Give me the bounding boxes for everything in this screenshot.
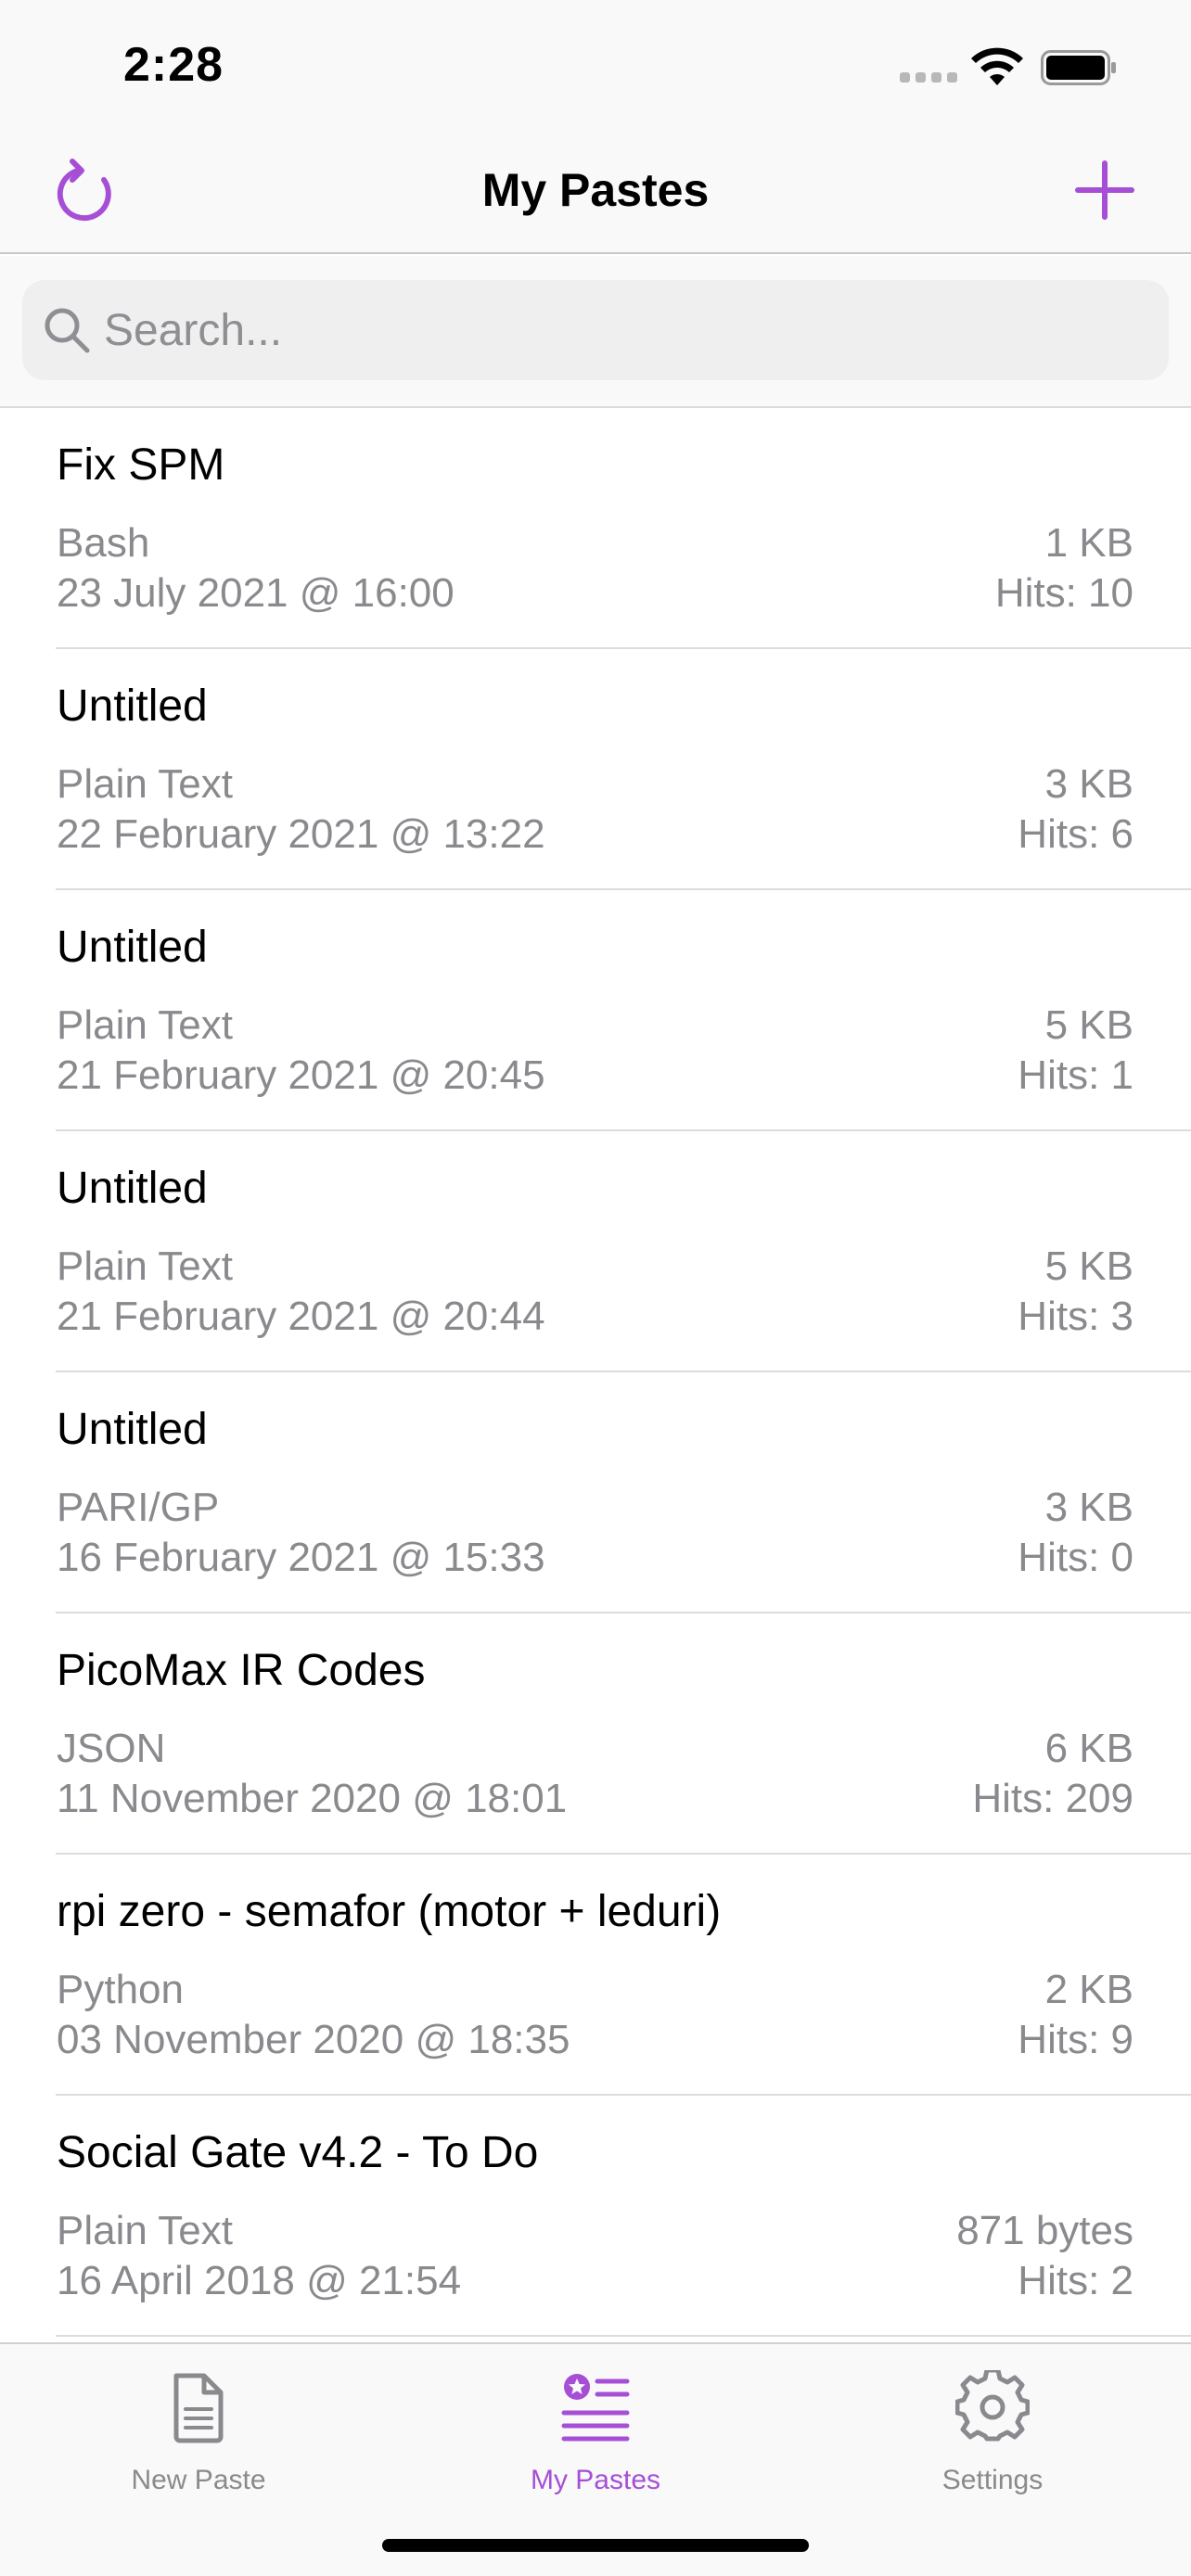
document-icon [173, 2373, 224, 2443]
paste-language: JSON [57, 1726, 166, 1771]
paste-row[interactable]: PicoMax IR Codes JSON 11 November 2020 @… [0, 1613, 1191, 1855]
tab-label: New Paste [131, 2465, 266, 2495]
paste-list: Fix SPM Bash 23 July 2021 @ 16:00 1 KB H… [0, 408, 1191, 2337]
paste-title: Social Gate v4.2 - To Do [57, 2128, 539, 2177]
search-area [0, 256, 1191, 408]
tab-label: My Pastes [530, 2465, 661, 2495]
paste-size: 3 KB [1044, 1485, 1133, 1530]
paste-row[interactable]: Social Gate v4.2 - To Do Plain Text 16 A… [0, 2096, 1191, 2337]
battery-icon [1041, 50, 1116, 85]
paste-language: Plain Text [57, 1243, 233, 1289]
paste-hits: Hits: 1 [1018, 1052, 1133, 1098]
status-time: 2:28 [123, 38, 224, 92]
paste-hits: Hits: 2 [1018, 2258, 1133, 2303]
search-bar[interactable] [22, 280, 1169, 380]
paste-size: 1 KB [1044, 520, 1133, 566]
paste-date: 11 November 2020 @ 18:01 [57, 1776, 568, 1821]
paste-date: 16 April 2018 @ 21:54 [57, 2258, 462, 2303]
paste-row[interactable]: rpi zero - semafor (motor + leduri) Pyth… [0, 1855, 1191, 2096]
paste-language: Python [57, 1967, 184, 2012]
paste-size: 6 KB [1044, 1726, 1133, 1771]
paste-size: 2 KB [1044, 1967, 1133, 2012]
paste-title: rpi zero - semafor (motor + leduri) [57, 1887, 722, 1936]
tab-my-pastes[interactable]: My Pastes [397, 2344, 794, 2502]
navigation-bar: My Pastes [0, 130, 1191, 254]
paste-row[interactable]: Untitled PARI/GP 16 February 2021 @ 15:3… [0, 1372, 1191, 1613]
my-pastes-screen: 2:28 My Pastes Search... Fix SPM Bash 23… [0, 0, 1191, 2576]
paste-language: Plain Text [57, 1002, 233, 1048]
paste-date: 21 February 2021 @ 20:44 [57, 1294, 545, 1339]
paste-language: Plain Text [57, 2208, 233, 2253]
paste-row[interactable]: Untitled Plain Text 21 February 2021 @ 2… [0, 1131, 1191, 1372]
cellular-signal-icon [900, 72, 957, 83]
paste-hits: Hits: 9 [1018, 2017, 1133, 2062]
home-indicator [382, 2539, 809, 2552]
paste-size: 3 KB [1044, 761, 1133, 807]
paste-date: 23 July 2021 @ 16:00 [57, 570, 455, 616]
tab-settings[interactable]: Settings [794, 2344, 1191, 2502]
paste-title: Untitled [57, 923, 208, 972]
paste-date: 22 February 2021 @ 13:22 [57, 811, 545, 857]
tab-new-paste[interactable]: New Paste [0, 2344, 397, 2502]
paste-date: 21 February 2021 @ 20:45 [57, 1052, 545, 1098]
search-icon [45, 308, 90, 353]
paste-hits: Hits: 0 [1018, 1535, 1133, 1580]
page-title: My Pastes [481, 164, 710, 216]
paste-title: Untitled [57, 1164, 208, 1213]
plus-icon[interactable] [1072, 158, 1137, 223]
paste-language: PARI/GP [57, 1485, 220, 1530]
wifi-icon [971, 47, 1023, 85]
paste-size: 5 KB [1044, 1243, 1133, 1289]
paste-row[interactable]: Untitled Plain Text 22 February 2021 @ 1… [0, 649, 1191, 890]
paste-title: PicoMax IR Codes [57, 1646, 426, 1695]
gear-icon [955, 2370, 1030, 2442]
paste-language: Plain Text [57, 761, 233, 807]
paste-row[interactable]: Untitled Plain Text 21 February 2021 @ 2… [0, 890, 1191, 1131]
paste-language: Bash [57, 520, 150, 566]
paste-size: 5 KB [1044, 1002, 1133, 1048]
tab-label: Settings [941, 2465, 1044, 2495]
search-input[interactable] [104, 289, 1143, 371]
row-divider [56, 2335, 1191, 2337]
paste-title: Fix SPM [57, 440, 225, 490]
paste-hits: Hits: 3 [1018, 1294, 1133, 1339]
paste-hits: Hits: 209 [972, 1776, 1133, 1821]
paste-hits: Hits: 10 [994, 570, 1133, 616]
status-bar: 2:28 [0, 0, 1191, 130]
paste-date: 16 February 2021 @ 15:33 [57, 1535, 545, 1580]
paste-title: Untitled [57, 1405, 208, 1454]
paste-row[interactable]: Fix SPM Bash 23 July 2021 @ 16:00 1 KB H… [0, 408, 1191, 649]
paste-size: 871 bytes [956, 2208, 1133, 2253]
starred-list-icon [561, 2374, 630, 2442]
paste-date: 03 November 2020 @ 18:35 [57, 2017, 570, 2062]
paste-hits: Hits: 6 [1018, 811, 1133, 857]
paste-title: Untitled [57, 682, 208, 731]
